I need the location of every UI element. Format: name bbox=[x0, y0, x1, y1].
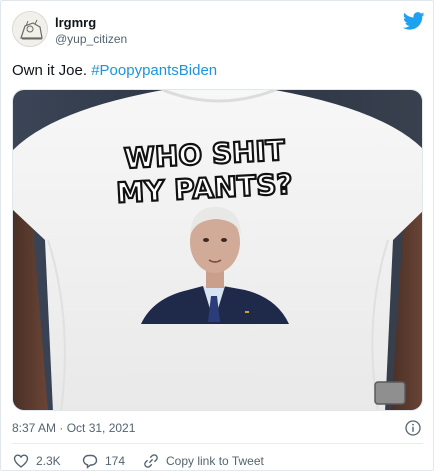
like-button[interactable]: 2.3K bbox=[13, 453, 61, 469]
twitter-bird-icon[interactable] bbox=[403, 12, 425, 30]
tweet-photo[interactable]: WHO SHIT MY PANTS? bbox=[12, 89, 423, 411]
tweet-card: lrgmrg @yup_citizen Own it Joe. #Poopypa… bbox=[0, 0, 434, 471]
info-icon[interactable] bbox=[405, 420, 421, 436]
author-name[interactable]: lrgmrg bbox=[55, 15, 96, 30]
heart-icon bbox=[13, 454, 29, 468]
link-icon bbox=[144, 454, 158, 468]
reply-button[interactable]: 174 bbox=[82, 453, 125, 469]
reply-count: 174 bbox=[105, 454, 126, 468]
like-count: 2.3K bbox=[36, 454, 61, 468]
tweet-timestamp[interactable]: 8:37 AM · Oct 31, 2021 bbox=[12, 421, 135, 435]
avatar[interactable] bbox=[12, 11, 48, 47]
tweet-body: Own it Joe. bbox=[12, 62, 92, 79]
divider bbox=[12, 443, 423, 444]
hashtag-link[interactable]: #PoopypantsBiden bbox=[91, 62, 217, 79]
tweet-text: Own it Joe. #PoopypantsBiden bbox=[12, 62, 217, 79]
reply-icon bbox=[82, 454, 98, 469]
author-handle[interactable]: @yup_citizen bbox=[55, 32, 127, 46]
copy-link-button[interactable]: Copy link to Tweet bbox=[143, 453, 264, 469]
copy-link-label: Copy link to Tweet bbox=[166, 454, 264, 468]
